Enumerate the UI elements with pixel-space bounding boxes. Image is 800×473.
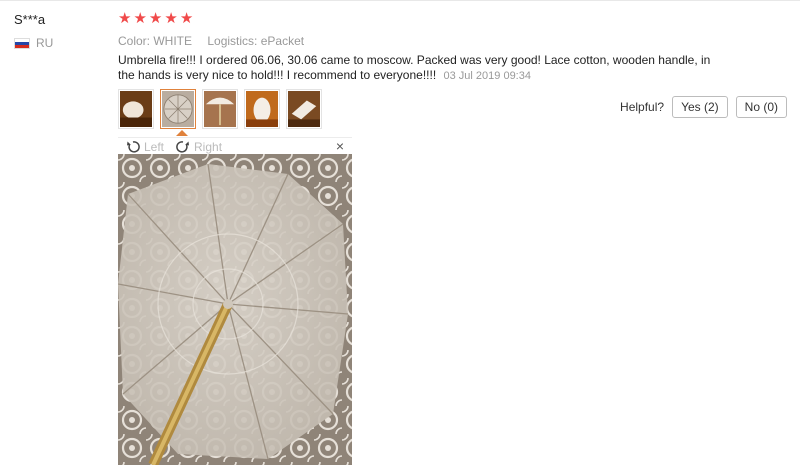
helpful-yes-button[interactable]: Yes (2) xyxy=(672,96,728,118)
star-icon: ★ xyxy=(179,10,194,27)
rotate-right-label: Right xyxy=(194,139,223,154)
review-text: Umbrella fire!!! I ordered 06.06, 30.06 … xyxy=(118,53,711,82)
russia-flag-icon xyxy=(14,37,30,49)
star-rating: ★ ★ ★ ★ ★ xyxy=(118,11,193,27)
country-code: RU xyxy=(36,36,54,50)
photo-thumbnail-4[interactable] xyxy=(244,89,280,129)
star-icon: ★ xyxy=(118,10,132,27)
active-thumbnail-pointer xyxy=(176,130,188,136)
rotate-right-button[interactable]: Right xyxy=(176,140,222,154)
star-icon: ★ xyxy=(148,10,163,27)
reviewer-info: S***a RU xyxy=(14,12,53,50)
star-icon: ★ xyxy=(133,10,147,27)
photo-thumbnail-2[interactable] xyxy=(160,89,196,129)
review-date: 03 Jul 2019 09:34 xyxy=(443,70,531,82)
image-viewer-toolbar: Left Right × xyxy=(118,137,352,155)
rotate-left-icon xyxy=(127,140,140,153)
top-divider xyxy=(0,0,800,1)
helpful-vote: Helpful? Yes (2) No (0) xyxy=(620,96,787,118)
rotate-right-icon xyxy=(176,140,190,153)
photo-thumbnails xyxy=(118,89,322,129)
rotate-left-button[interactable]: Left xyxy=(126,140,164,154)
reviewer-name: S***a xyxy=(14,12,46,27)
helpful-label: Helpful? xyxy=(620,100,665,114)
rotate-left-label: Left xyxy=(144,139,165,154)
reviewer-country: RU xyxy=(14,36,53,50)
order-meta: Color: WHITE Logistics: ePacket xyxy=(118,34,304,48)
helpful-no-button[interactable]: No (0) xyxy=(735,96,787,118)
close-viewer-icon[interactable]: × xyxy=(336,138,344,154)
order-color: Color: WHITE xyxy=(118,34,193,48)
order-logistics: Logistics: ePacket xyxy=(207,34,305,48)
photo-thumbnail-5[interactable] xyxy=(286,89,322,129)
review-photo-large xyxy=(118,154,352,465)
photo-thumbnail-3[interactable] xyxy=(202,89,238,129)
review-body: Umbrella fire!!! I ordered 06.06, 30.06 … xyxy=(118,53,718,84)
star-icon: ★ xyxy=(164,10,178,27)
photo-thumbnail-1[interactable] xyxy=(118,89,154,129)
